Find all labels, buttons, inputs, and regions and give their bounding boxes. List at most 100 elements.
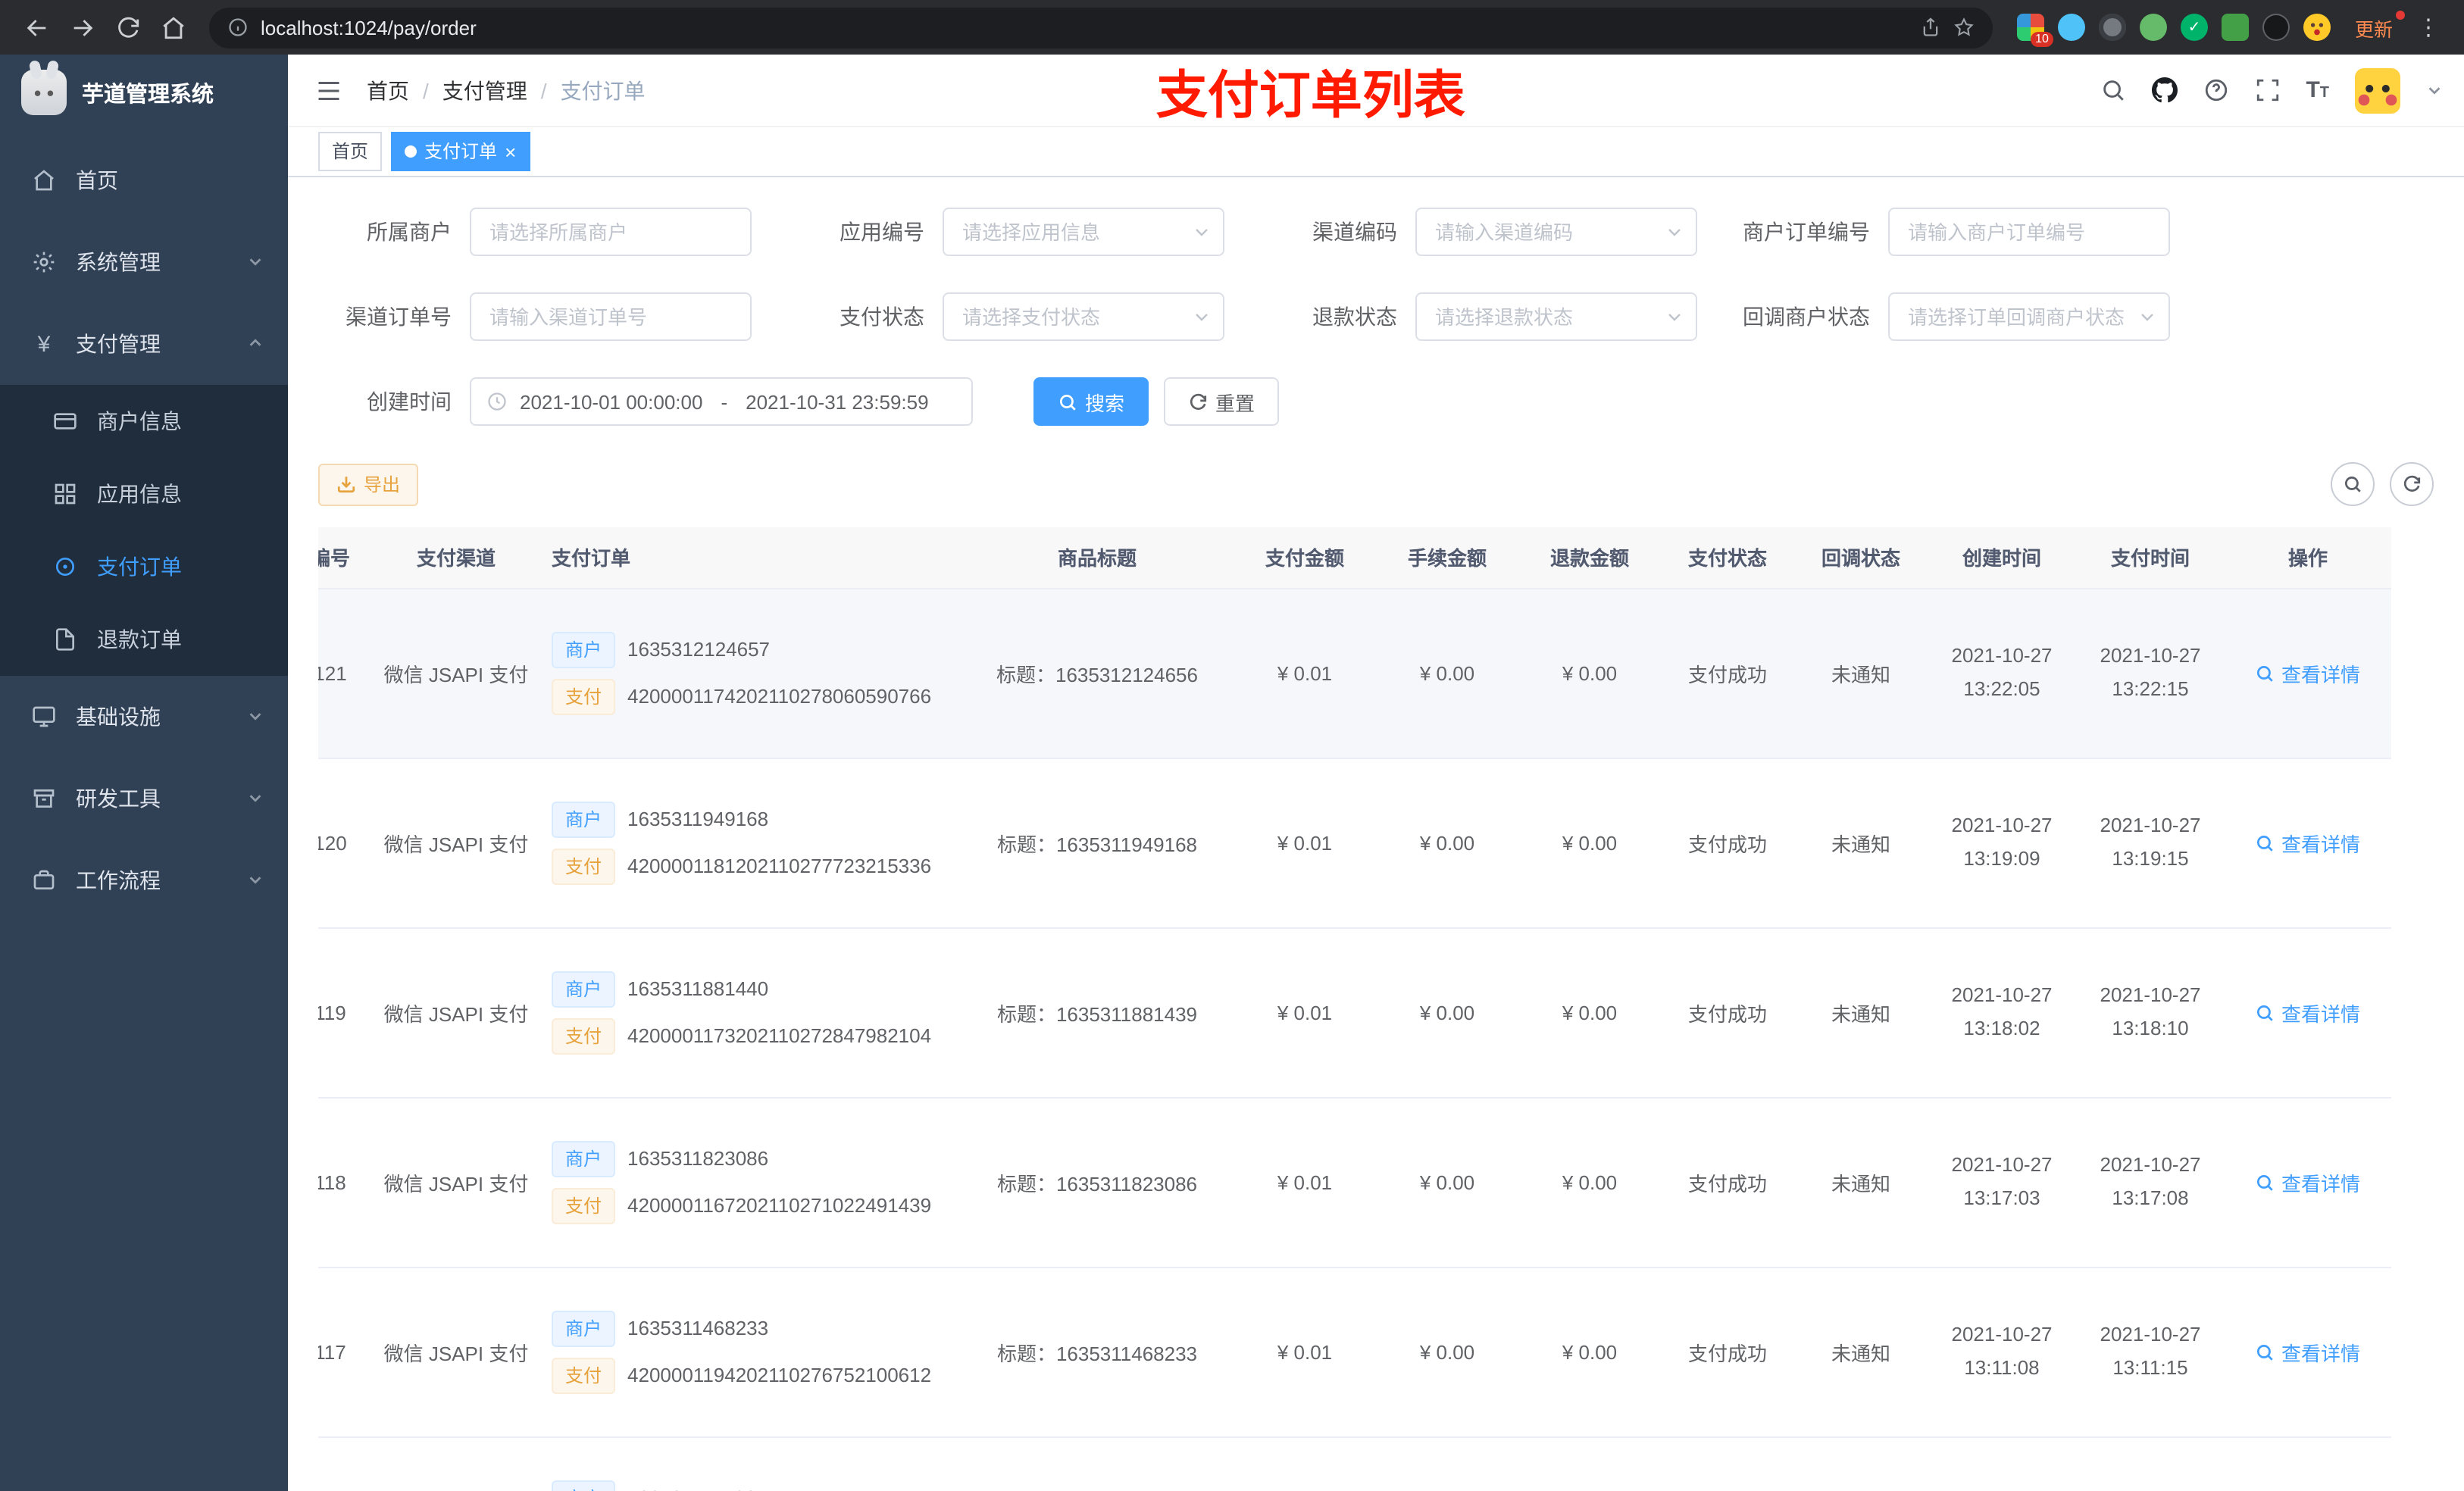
extension-chat-icon[interactable]	[2221, 14, 2249, 41]
pay-order-no: 4200001194202110276752100612	[627, 1364, 932, 1386]
notify-status-input[interactable]	[1888, 292, 2170, 341]
search-icon	[2257, 834, 2274, 851]
cell-pay-status: 支付成功	[1661, 1267, 1794, 1437]
channel-code-input[interactable]	[1415, 208, 1697, 256]
pay-status-input[interactable]	[943, 292, 1224, 341]
search-button[interactable]: 搜索	[1033, 377, 1149, 426]
breadcrumb-pay-manage[interactable]: 支付管理	[442, 75, 527, 105]
help-icon[interactable]	[2203, 77, 2228, 103]
forward-arrow-icon	[73, 19, 92, 36]
tab-home[interactable]: 首页	[318, 132, 383, 171]
bookmark-star-icon[interactable]	[1953, 17, 1975, 38]
reset-button-label: 重置	[1215, 392, 1255, 414]
cell-fee-amount: ¥ 0.00	[1376, 927, 1518, 1098]
browser-forward-button[interactable]	[61, 6, 103, 48]
cell-channel: 微信 JSAPI 支付	[376, 758, 536, 928]
browser-back-button[interactable]	[15, 6, 58, 48]
sidebar-item-pay-order[interactable]: 支付订单	[0, 530, 288, 603]
extension-green-icon[interactable]	[2139, 14, 2167, 41]
channel-code-select[interactable]	[1415, 208, 1697, 256]
browser-home-button[interactable]	[152, 6, 194, 48]
address-bar[interactable]: localhost:1024/pay/order	[209, 7, 1993, 48]
search-icon[interactable]	[2100, 77, 2125, 103]
cell-refund-amount: ¥ 0.00	[1518, 588, 1661, 758]
merchant-label: 所属商户	[367, 220, 452, 244]
view-detail-link[interactable]: 查看详情	[2256, 658, 2360, 687]
cell-title: 标题：1635311881439	[961, 927, 1234, 1098]
close-icon[interactable]: ×	[505, 142, 516, 161]
cell-pay-time: 2021-10-27 13:18:10	[2076, 927, 2225, 1098]
share-icon[interactable]	[1920, 17, 1941, 38]
app-select[interactable]	[943, 208, 1224, 256]
sidebar-item-pay[interactable]: ¥ 支付管理	[0, 303, 288, 385]
table-row: 118 微信 JSAPI 支付 商户 1635311823086 支付 420000…	[318, 1097, 2391, 1268]
view-detail-link[interactable]: 查看详情	[2256, 1337, 2360, 1366]
cell-actions: 查看详情	[2225, 927, 2391, 1098]
sidebar-toggle-button[interactable]	[309, 70, 349, 110]
sidebar-item-home[interactable]: 首页	[0, 139, 288, 221]
refund-status-input[interactable]	[1415, 292, 1697, 341]
merchant-order-no: 163531115786	[627, 1486, 756, 1491]
reset-button[interactable]: 重置	[1164, 377, 1280, 426]
cell-pay-status: 支付成功	[1661, 758, 1794, 928]
create-time-range-picker[interactable]: 2021-10-01 00:00:00 - 2021-10-31 23:59:5…	[470, 377, 973, 426]
channel-order-no-input[interactable]	[470, 292, 752, 341]
merchant-order-no-input[interactable]	[1888, 208, 2170, 256]
breadcrumb-home[interactable]: 首页	[367, 75, 409, 105]
search-icon	[2257, 1343, 2274, 1360]
browser-update-button[interactable]: 更新	[2343, 7, 2405, 48]
orders-table: 编号 支付渠道 支付订单 商品标题 支付金额 手续金额 退款金额 支付状态 回调…	[318, 527, 2434, 1491]
refresh-table-button[interactable]	[2390, 462, 2434, 506]
chevron-down-icon	[247, 786, 264, 811]
logo-avatar-icon	[21, 70, 67, 115]
cell-pay-status: 支付成功	[1661, 1097, 1794, 1268]
extension-drop-icon[interactable]	[2057, 14, 2085, 41]
extension-cluster: 10 ✓	[2008, 14, 2340, 47]
cell-notify-status: 未通知	[1794, 1267, 1928, 1437]
sidebar-item-system[interactable]: 系统管理	[0, 221, 288, 303]
browser-refresh-button[interactable]	[106, 6, 149, 48]
sidebar-item-refund-order[interactable]: 退款订单	[0, 603, 288, 676]
annotation-title: 支付订单列表	[1155, 67, 1465, 124]
avatar[interactable]	[2355, 67, 2400, 113]
merchant-tag: 商户	[552, 801, 616, 837]
navbar-actions: TT	[2100, 67, 2443, 113]
merchant-input[interactable]	[470, 208, 752, 256]
view-detail-link[interactable]: 查看详情	[2256, 828, 2360, 857]
app-select-input[interactable]	[943, 208, 1224, 256]
cell-fee-amount: ¥ 0.00	[1376, 758, 1518, 928]
extension-check-icon[interactable]: ✓	[2180, 14, 2208, 41]
filter-notify-status: 回调商户状态	[1737, 292, 2170, 341]
toggle-search-button[interactable]	[2331, 462, 2375, 506]
sidebar-item-merchant-info[interactable]: 商户信息	[0, 385, 288, 458]
notify-status-select[interactable]	[1888, 292, 2170, 341]
github-icon[interactable]	[2151, 77, 2178, 103]
refund-status-select[interactable]	[1415, 292, 1697, 341]
tab-pay-order[interactable]: 支付订单 ×	[391, 132, 530, 171]
export-button[interactable]: 导出	[318, 463, 419, 505]
sidebar-item-app-info[interactable]: 应用信息	[0, 458, 288, 530]
view-detail-link[interactable]: 查看详情	[2256, 1167, 2360, 1196]
extension-pin-icon[interactable]	[2262, 14, 2290, 41]
cell-pay-time	[2076, 1436, 2225, 1491]
chevron-up-icon	[247, 332, 264, 356]
extension-ring-icon[interactable]	[2098, 14, 2126, 41]
browser-menu-icon[interactable]: ⋮	[2408, 14, 2449, 41]
sidebar-item-label: 系统管理	[76, 250, 161, 274]
cell-order: 商户 1635311468233 支付 4200001194202110276752…	[536, 1267, 961, 1437]
fullscreen-icon[interactable]	[2254, 77, 2280, 103]
logo[interactable]: 芋道管理系统	[0, 55, 288, 130]
extension-puzzle-icon[interactable]: 10	[2016, 14, 2053, 47]
credit-card-icon	[52, 408, 79, 435]
sidebar-item-infra[interactable]: 基础设施	[0, 676, 288, 758]
font-size-icon[interactable]: TT	[2306, 77, 2329, 103]
sidebar-item-workflow[interactable]: 工作流程	[0, 839, 288, 921]
sidebar-item-dev-tools[interactable]: 研发工具	[0, 758, 288, 839]
view-detail-link[interactable]: 查看详情	[2256, 998, 2360, 1027]
site-info-icon[interactable]	[227, 17, 249, 38]
chevron-down-icon	[1193, 308, 1211, 326]
chevron-down-icon	[1665, 223, 1684, 241]
profile-avatar-icon[interactable]	[2303, 14, 2331, 41]
pay-status-select[interactable]	[943, 292, 1224, 341]
chevron-down-icon[interactable]	[2426, 82, 2443, 98]
